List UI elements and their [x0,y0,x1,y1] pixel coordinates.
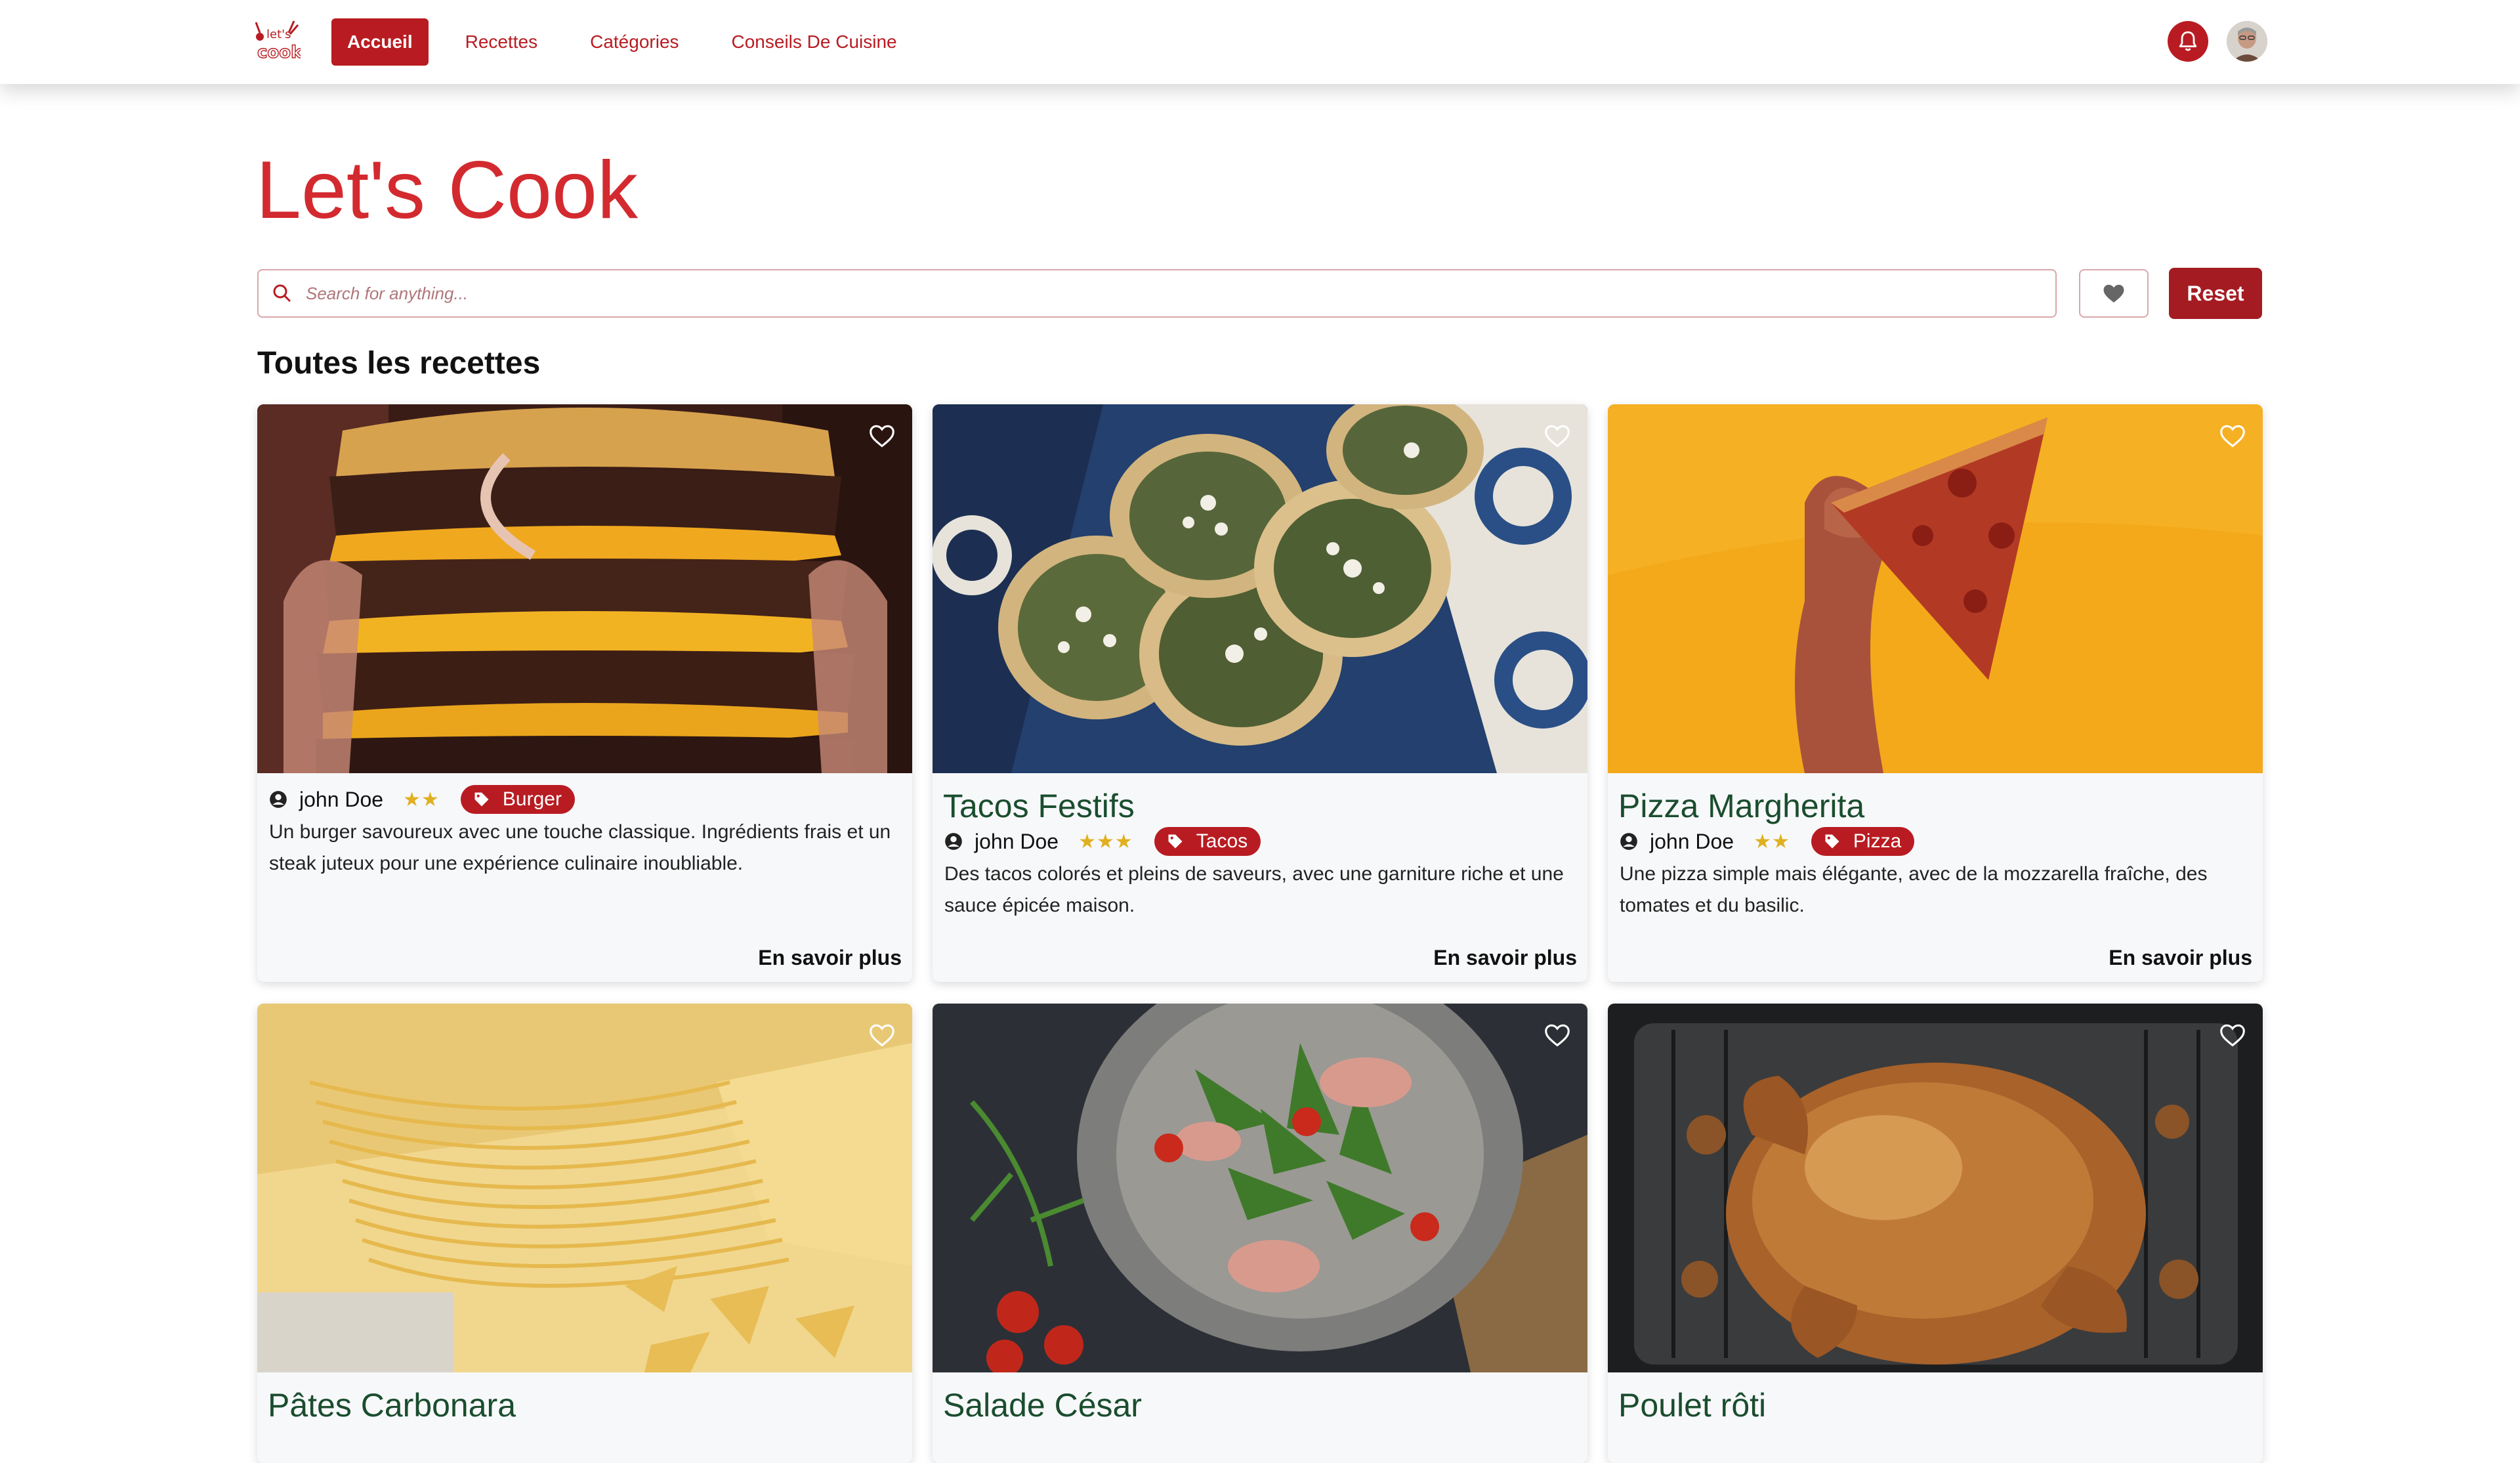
notifications-button[interactable] [2168,21,2208,62]
category-tag-label: Burger [502,788,562,810]
recipe-description: Un burger savoureux avec une touche clas… [269,821,891,874]
favorite-button[interactable] [866,1019,898,1051]
recipe-author: john Doe [1650,829,1734,853]
recipe-description: Une pizza simple mais élégante, avec de … [1620,863,2208,916]
user-icon [1620,833,1637,850]
recipe-card-salad[interactable]: Salade César [933,1004,1587,1463]
favorite-button[interactable] [2217,1019,2248,1051]
heart-outline-icon [2220,425,2245,448]
recipe-image[interactable] [257,1004,912,1372]
svg-text:let's: let's [266,28,291,41]
site-logo[interactable]: let's cook [251,18,303,63]
search-bar [257,269,2057,318]
recipe-card-tacos[interactable]: Tacos Festifs john Doe ★★★ Tacos Des tac… [933,404,1587,982]
bell-icon [2179,31,2197,51]
favorite-button[interactable] [1542,1019,1573,1051]
heart-filled-icon [2103,284,2124,303]
heart-outline-icon [1545,425,1570,448]
recipe-rating-stars: ★★★ [1078,830,1133,853]
favorites-filter-button[interactable] [2079,269,2149,318]
recipe-card-pizza[interactable]: Pizza Margherita john Doe ★★ Pizza Une p… [1608,404,2263,982]
recipe-rating-stars: ★★ [403,788,440,811]
category-tag-label: Tacos [1196,830,1248,852]
category-tag-label: Pizza [1853,830,1902,852]
recipe-meta: john Doe ★★★ Tacos [944,827,1261,856]
recipe-card-pasta[interactable]: Pâtes Carbonara [257,1004,912,1463]
heart-outline-icon [1545,1024,1570,1047]
recipe-image[interactable] [1608,1004,2263,1372]
recipe-image[interactable] [933,1004,1587,1372]
search-icon [273,284,291,303]
svg-text:cook: cook [257,43,301,62]
recipe-meta: john Doe ★★ Pizza [1620,827,1915,856]
tag-icon [1168,834,1183,849]
recipe-title[interactable]: Pizza Margherita [1618,785,1864,827]
recipe-title[interactable]: Pâtes Carbonara [268,1384,516,1426]
heart-outline-icon [870,1024,894,1047]
recipe-rating-stars: ★★ [1754,830,1790,853]
nav-conseils-de-cuisine[interactable]: Conseils De Cuisine [716,18,913,66]
user-icon [270,791,287,808]
recipe-title[interactable]: Tacos Festifs [943,785,1135,827]
read-more-link[interactable]: En savoir plus [1433,946,1577,970]
recipe-title[interactable]: Poulet rôti [1618,1384,1766,1426]
heart-outline-icon [2220,1024,2245,1047]
read-more-link[interactable]: En savoir plus [2109,946,2252,970]
favorite-button[interactable] [866,420,898,452]
recipe-author: john Doe [299,787,384,811]
favorite-button[interactable] [2217,420,2248,452]
top-navbar: let's cook Accueil Recettes Catégories C… [0,0,2520,84]
category-tag[interactable]: Burger [460,785,575,814]
recipe-card-chicken[interactable]: Poulet rôti [1608,1004,2263,1463]
nav-accueil[interactable]: Accueil [331,18,429,66]
tag-icon [474,792,489,807]
read-more-link[interactable]: En savoir plus [758,946,902,970]
recipe-title[interactable]: Salade César [943,1384,1142,1426]
nav-recettes[interactable]: Recettes [450,18,554,66]
tag-icon [1825,834,1839,849]
user-icon [945,833,962,850]
user-avatar[interactable] [2227,21,2267,62]
nav-categories[interactable]: Catégories [574,18,694,66]
section-title: Toutes les recettes [257,346,541,381]
recipe-author: john Doe [975,829,1059,853]
reset-button[interactable]: Reset [2169,268,2262,319]
favorite-button[interactable] [1542,420,1573,452]
recipe-card-burger[interactable]: john Doe ★★ Burger Un burger savoureux a… [257,404,912,982]
category-tag[interactable]: Tacos [1154,827,1261,856]
category-tag[interactable]: Pizza [1811,827,1915,856]
recipe-description: Des tacos colorés et pleins de saveurs, … [944,863,1564,916]
heart-outline-icon [870,425,894,448]
recipe-image[interactable] [257,404,912,773]
page-title: Let's Cook [256,145,638,236]
main-nav: Accueil Recettes Catégories Conseils De … [331,18,934,66]
search-input[interactable] [306,283,2055,304]
recipe-image[interactable] [1608,404,2263,773]
recipe-image[interactable] [933,404,1587,773]
recipe-meta: john Doe ★★ Burger [269,785,575,814]
